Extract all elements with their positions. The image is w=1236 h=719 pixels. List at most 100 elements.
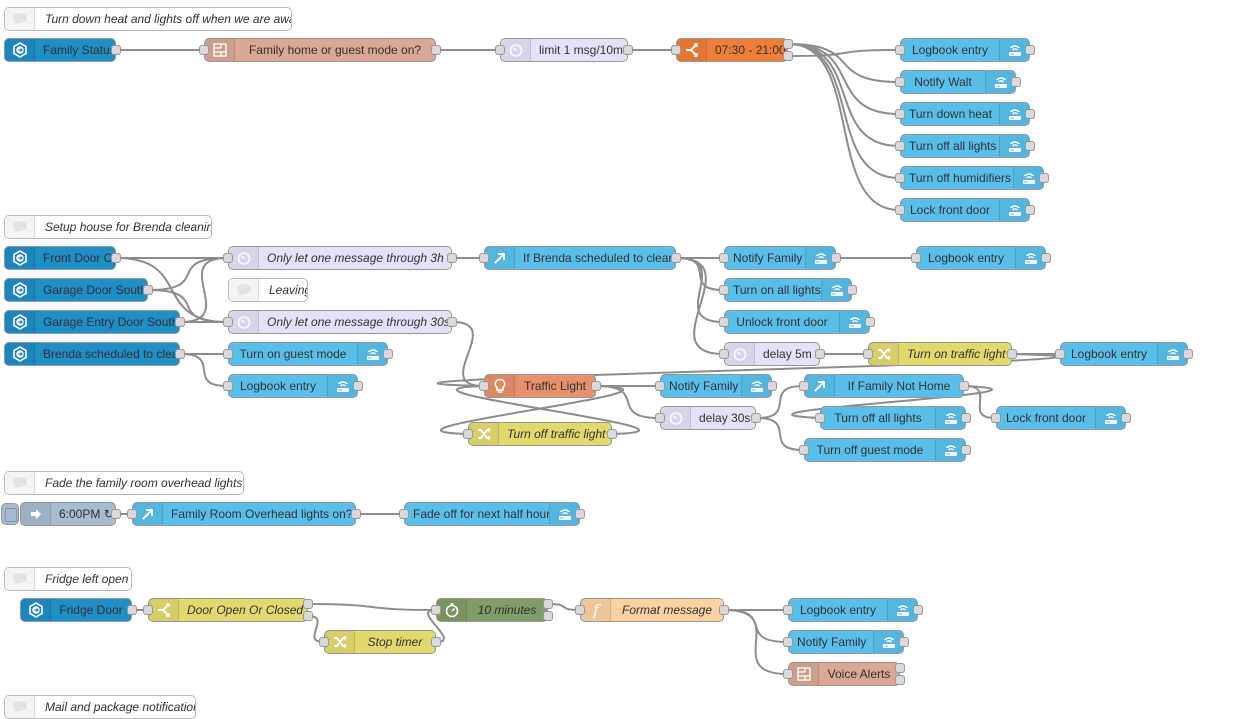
input-port[interactable] [223, 349, 233, 359]
output-port[interactable] [1007, 349, 1017, 359]
output-port[interactable] [447, 317, 457, 327]
flow-node-call-service[interactable]: Logbook entry [1060, 342, 1188, 366]
input-port[interactable] [223, 381, 233, 391]
output-port[interactable] [671, 253, 681, 263]
wire[interactable] [788, 43, 900, 83]
flow-node-call-service[interactable]: Turn down heat [900, 102, 1030, 126]
input-port[interactable] [223, 253, 233, 263]
flow-node-change[interactable]: Turn on traffic light [868, 342, 1012, 366]
input-port[interactable] [479, 381, 489, 391]
flow-node-call-service[interactable]: Fade off for next half hour [404, 502, 580, 526]
flow-node-events-state[interactable]: Family Status [4, 38, 116, 62]
output-port[interactable] [353, 381, 363, 391]
flow-node-switch[interactable]: If Brenda scheduled to clean [484, 246, 676, 270]
wire[interactable] [452, 321, 484, 387]
flow-node-timer[interactable]: 10 minutes [436, 598, 548, 622]
wire[interactable] [180, 257, 228, 323]
input-port[interactable] [479, 253, 489, 263]
input-port[interactable] [143, 605, 153, 615]
output-port[interactable] [899, 637, 909, 647]
output-port[interactable] [1183, 349, 1193, 359]
input-port[interactable] [895, 173, 905, 183]
flow-node-switch[interactable]: Family Room Overhead lights on? [132, 502, 356, 526]
input-port[interactable] [895, 45, 905, 55]
comment-node[interactable]: Setup house for Brenda cleaning [4, 215, 212, 239]
input-port[interactable] [799, 381, 809, 391]
flow-node-voice-alerts[interactable]: Voice Alerts [788, 662, 900, 686]
flow-node-change[interactable]: Turn off traffic light [468, 422, 612, 446]
output-port[interactable] [303, 599, 313, 609]
output-port[interactable] [175, 317, 185, 327]
flow-node-inject[interactable]: 6:00PM ↻ [20, 502, 116, 526]
output-port[interactable] [431, 637, 441, 647]
flow-node-rate-limit[interactable]: Only let one message through 30s [228, 310, 452, 334]
flow-node-events-state[interactable]: Front Door Open [4, 246, 116, 270]
wire[interactable] [676, 257, 724, 323]
output-port[interactable] [831, 253, 841, 263]
flow-node-events-state[interactable]: Brenda scheduled to clean [4, 342, 180, 366]
comment-node[interactable]: Fridge left open [4, 567, 132, 591]
input-port[interactable] [319, 637, 329, 647]
wire[interactable] [596, 385, 660, 419]
output-port[interactable] [111, 509, 121, 519]
flow-node-call-service[interactable]: Turn off all lights [900, 134, 1030, 158]
wire[interactable] [676, 257, 724, 355]
flow-node-call-service[interactable]: Logbook entry [916, 246, 1046, 270]
input-port[interactable] [895, 77, 905, 87]
output-port[interactable] [719, 605, 729, 615]
flow-node-call-service[interactable]: Turn on guest mode [228, 342, 388, 366]
output-port[interactable] [1025, 141, 1035, 151]
output-port[interactable] [1025, 205, 1035, 215]
input-port[interactable] [863, 349, 873, 359]
wire[interactable] [724, 609, 788, 643]
output-port[interactable] [447, 253, 457, 263]
output-port[interactable] [895, 675, 905, 685]
flow-node-call-service[interactable]: Turn off all lights [820, 406, 966, 430]
input-port[interactable] [223, 317, 233, 327]
flow-node-rate-limit[interactable]: Only let one message through 3h [228, 246, 452, 270]
input-port[interactable] [463, 429, 473, 439]
flow-node-call-service[interactable]: Logbook entry [788, 598, 918, 622]
output-port[interactable] [1121, 413, 1131, 423]
comment-node[interactable]: Fade the family room overhead lights [4, 471, 244, 495]
comment-node[interactable]: Mail and package notifications [4, 695, 196, 719]
output-port[interactable] [865, 317, 875, 327]
input-port[interactable] [783, 605, 793, 615]
input-port[interactable] [575, 605, 585, 615]
flow-node-traffic-light[interactable]: Traffic Light [484, 374, 596, 398]
output-port[interactable] [961, 445, 971, 455]
flow-node-switch[interactable]: If Family Not Home [804, 374, 964, 398]
wire[interactable] [788, 43, 900, 115]
output-port[interactable] [175, 349, 185, 359]
wire[interactable] [308, 603, 436, 611]
flow-node-call-service[interactable]: Notify Family [724, 246, 836, 270]
input-port[interactable] [671, 45, 681, 55]
flow-node-call-service[interactable]: Lock front door [900, 198, 1030, 222]
output-port[interactable] [783, 51, 793, 61]
output-port[interactable] [847, 285, 857, 295]
flow-node-call-service[interactable]: Turn on all lights [724, 278, 852, 302]
output-port[interactable] [961, 413, 971, 423]
flow-node-call-service[interactable]: Logbook entry [228, 374, 358, 398]
flow-node-function[interactable]: f Format message [580, 598, 724, 622]
flow-node-events-state[interactable]: Garage Door South [4, 278, 148, 302]
input-port[interactable] [1055, 349, 1065, 359]
wire[interactable] [724, 609, 788, 675]
output-port[interactable] [895, 663, 905, 673]
wire[interactable] [676, 257, 724, 291]
input-port[interactable] [431, 605, 441, 615]
output-port[interactable] [1011, 77, 1021, 87]
input-port[interactable] [399, 509, 409, 519]
output-port[interactable] [623, 45, 633, 55]
wire[interactable] [180, 353, 228, 387]
input-port[interactable] [719, 253, 729, 263]
output-port[interactable] [783, 39, 793, 49]
wire[interactable] [788, 43, 900, 211]
input-port[interactable] [799, 445, 809, 455]
input-port[interactable] [655, 413, 665, 423]
comment-node[interactable]: Turn down heat and lights off when we ar… [4, 7, 292, 31]
input-port[interactable] [783, 637, 793, 647]
output-port[interactable] [1025, 109, 1035, 119]
input-port[interactable] [719, 349, 729, 359]
input-port[interactable] [127, 509, 137, 519]
